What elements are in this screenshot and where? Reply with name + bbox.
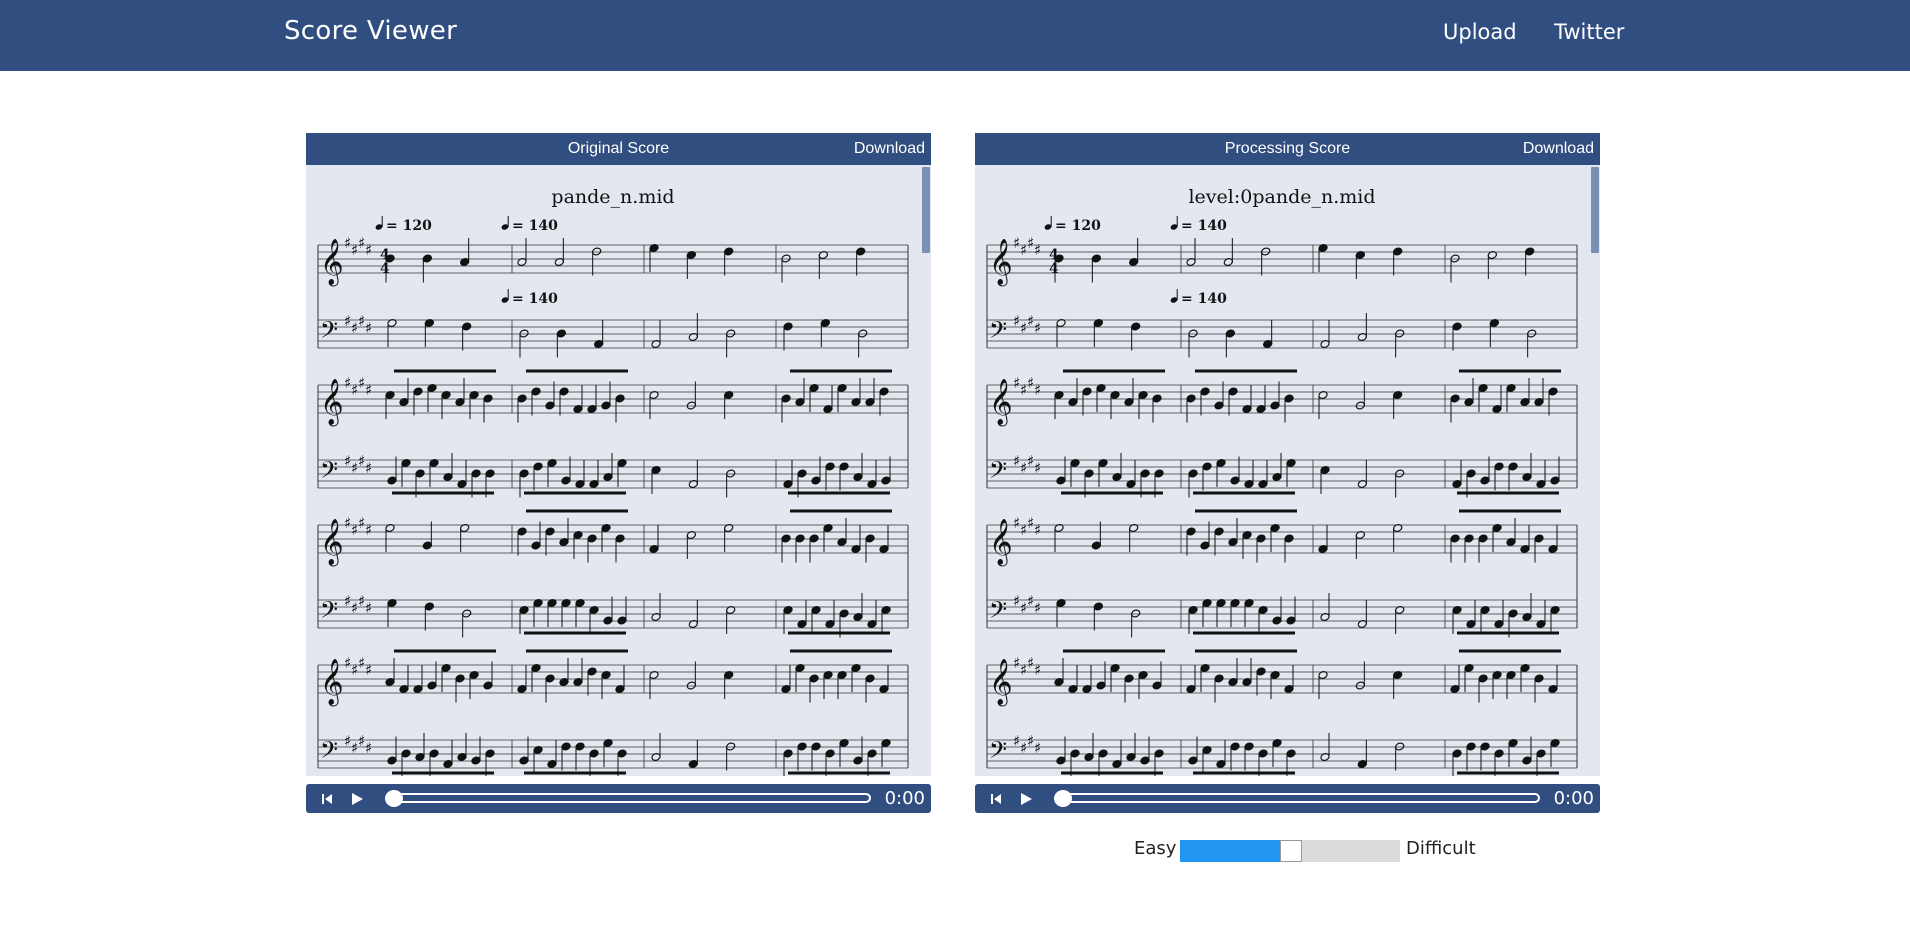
easy-label: Easy xyxy=(1134,838,1177,859)
play-icon[interactable] xyxy=(344,784,370,813)
bass-clef-icon: 𝄢 xyxy=(989,736,1007,769)
svg-text:= 140: = 140 xyxy=(1181,218,1227,234)
progress-knob[interactable] xyxy=(385,790,403,807)
score-scrollbar[interactable] xyxy=(1590,165,1600,776)
svg-text:= 120: = 120 xyxy=(1055,218,1101,234)
panel-header: Processing Score Download xyxy=(975,133,1600,165)
treble-clef-icon: 𝄞 xyxy=(320,379,344,427)
score-title: pande_n.mid xyxy=(551,186,674,208)
skip-back-icon[interactable] xyxy=(314,784,340,813)
slider-handle[interactable] xyxy=(1280,840,1302,862)
svg-text:♯: ♯ xyxy=(365,599,372,617)
svg-text:♯: ♯ xyxy=(1034,739,1041,757)
svg-text:♯: ♯ xyxy=(365,381,372,399)
panel-title: Processing Score xyxy=(1224,140,1351,157)
score-title: level:0pande_n.mid xyxy=(1188,186,1375,208)
svg-text:♯: ♯ xyxy=(1034,661,1041,679)
sheet-music: level:0pande_n.mid = 120 = 140 = 140 𝄞 𝄢 ♯ ♯ ♯ ♯ ♯… xyxy=(986,186,1578,776)
tempo-mark: = 140 xyxy=(1170,216,1227,234)
midi-player: 0:00 xyxy=(306,784,931,813)
progress-track[interactable] xyxy=(1055,793,1540,803)
treble-clef-icon: 𝄞 xyxy=(989,239,1013,287)
svg-text:♯: ♯ xyxy=(1034,381,1041,399)
svg-text:= 140: = 140 xyxy=(512,291,558,307)
tempo-mark: = 140 xyxy=(501,289,558,307)
difficulty-slider[interactable] xyxy=(1180,840,1400,862)
treble-clef-icon: 𝄞 xyxy=(989,659,1013,707)
svg-text:= 140: = 140 xyxy=(1181,291,1227,307)
download-link[interactable]: Download xyxy=(1523,140,1594,158)
difficult-label: Difficult xyxy=(1406,838,1476,859)
svg-text:4: 4 xyxy=(1049,261,1059,277)
treble-clef-icon: 𝄞 xyxy=(989,519,1013,567)
tempo-mark: = 140 xyxy=(1170,289,1227,307)
bass-clef-icon: 𝄢 xyxy=(320,316,338,349)
twitter-link[interactable]: Twitter xyxy=(1554,20,1624,44)
playback-time: 0:00 xyxy=(1553,788,1594,809)
svg-text:4: 4 xyxy=(380,261,390,277)
tempo-mark: = 120 xyxy=(375,216,432,234)
playback-time: 0:00 xyxy=(884,788,925,809)
treble-clef-icon: 𝄞 xyxy=(320,519,344,567)
score-scrollbar[interactable] xyxy=(921,165,931,776)
treble-clef-icon: 𝄞 xyxy=(989,379,1013,427)
progress-track[interactable] xyxy=(386,793,871,803)
panel-title: Original Score xyxy=(567,140,670,157)
svg-text:♯: ♯ xyxy=(1034,241,1041,259)
treble-clef-icon: 𝄞 xyxy=(320,239,344,287)
top-navbar: Score Viewer Upload Twitter xyxy=(0,0,1910,71)
processing-score-panel: Processing Score Download level:0pande_n… xyxy=(975,133,1600,813)
upload-link[interactable]: Upload xyxy=(1443,20,1517,44)
app-title[interactable]: Score Viewer xyxy=(284,16,457,46)
skip-back-icon[interactable] xyxy=(983,784,1009,813)
svg-text:= 140: = 140 xyxy=(512,218,558,234)
scrollbar-thumb[interactable] xyxy=(922,167,930,253)
download-link[interactable]: Download xyxy=(854,140,925,158)
slider-fill xyxy=(1180,840,1290,862)
svg-text:= 120: = 120 xyxy=(386,218,432,234)
play-icon[interactable] xyxy=(1013,784,1039,813)
treble-clef-icon: 𝄞 xyxy=(320,659,344,707)
score-view[interactable]: pande_n.mid = 120 = 140 = 140 𝄞 𝄢 ♯ ♯ ♯ ♯ ♯ ♯ ♯ ♯ 4 4 𝄞 𝄢… xyxy=(306,165,931,776)
tempo-mark: = 120 xyxy=(1044,216,1101,234)
svg-text:♯: ♯ xyxy=(1034,599,1041,617)
svg-text:♯: ♯ xyxy=(1034,319,1041,337)
score-view[interactable]: level:0pande_n.mid = 120 = 140 = 140 𝄞 𝄢 ♯ ♯ ♯ ♯ ♯… xyxy=(975,165,1600,776)
svg-text:♯: ♯ xyxy=(365,739,372,757)
bass-clef-icon: 𝄢 xyxy=(320,736,338,769)
svg-text:♯: ♯ xyxy=(365,319,372,337)
bass-clef-icon: 𝄢 xyxy=(989,316,1007,349)
panel-header: Original Score Download xyxy=(306,133,931,165)
progress-knob[interactable] xyxy=(1054,790,1072,807)
svg-text:♯: ♯ xyxy=(365,459,372,477)
midi-player: 0:00 xyxy=(975,784,1600,813)
bass-clef-icon: 𝄢 xyxy=(320,596,338,629)
scrollbar-thumb[interactable] xyxy=(1591,167,1599,253)
bass-clef-icon: 𝄢 xyxy=(320,456,338,489)
svg-text:♯: ♯ xyxy=(365,521,372,539)
tempo-mark: = 140 xyxy=(501,216,558,234)
svg-text:♯: ♯ xyxy=(1034,459,1041,477)
sheet-music: pande_n.mid= 120 = 140= 140𝄞𝄢♯ ♯ ♯ ♯♯ ♯ ♯ ♯44𝄞𝄢… xyxy=(317,186,909,776)
bass-clef-icon: 𝄢 xyxy=(989,456,1007,489)
bass-clef-icon: 𝄢 xyxy=(989,596,1007,629)
svg-text:♯: ♯ xyxy=(1034,521,1041,539)
svg-text:♯: ♯ xyxy=(365,241,372,259)
svg-text:♯: ♯ xyxy=(365,661,372,679)
original-score-panel: Original Score Download pande_n.mid = 120… xyxy=(306,133,931,813)
